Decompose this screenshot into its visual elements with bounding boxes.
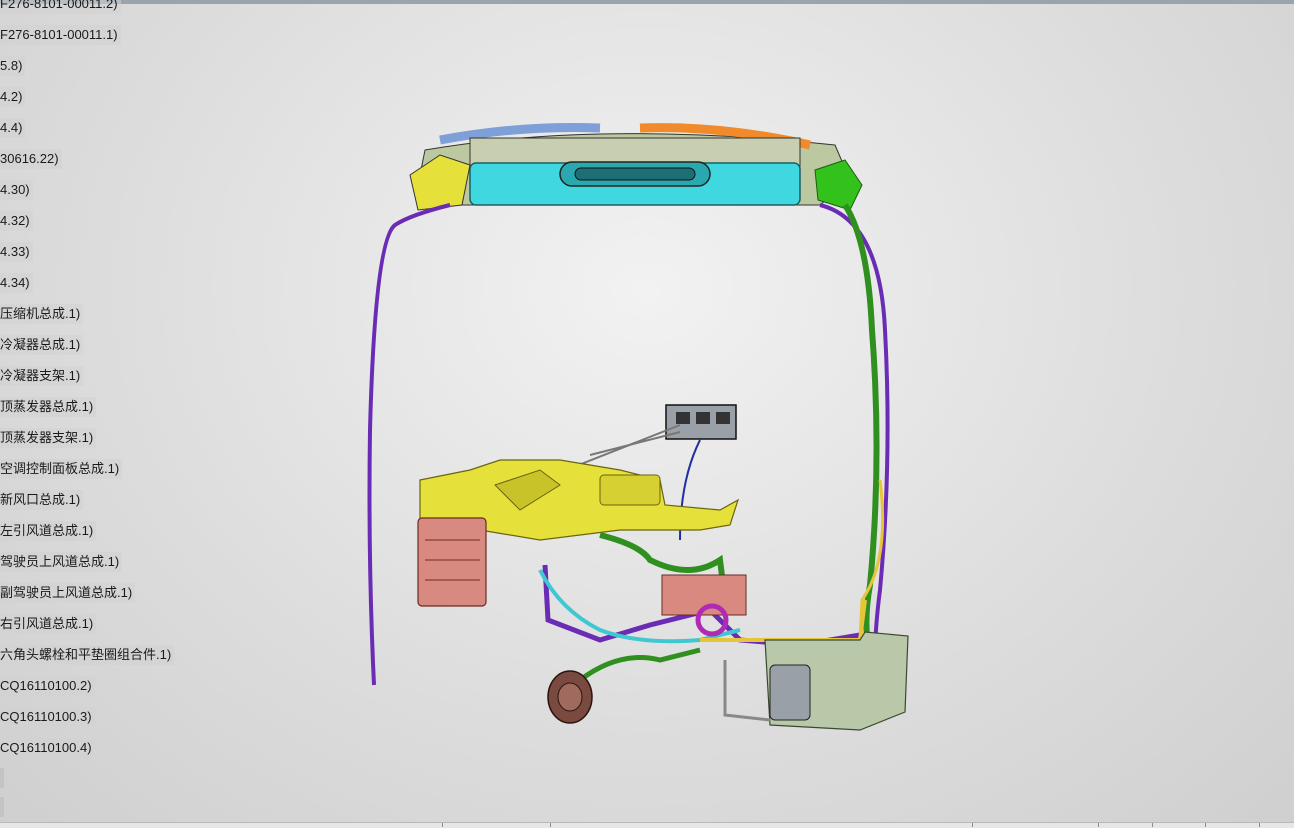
cad-viewport[interactable] — [0, 0, 1294, 827]
heater-core[interactable] — [417, 517, 487, 607]
purple-refrigerant-pipe-left[interactable] — [367, 203, 451, 686]
ruler-tick — [442, 823, 443, 827]
ruler-tick — [550, 823, 551, 827]
status-bar — [0, 822, 1294, 828]
condenser-assembly[interactable] — [723, 631, 909, 731]
compressor[interactable] — [547, 670, 593, 724]
ruler-tick — [1259, 823, 1260, 827]
ruler-tick — [1152, 823, 1153, 827]
ruler-tick — [972, 823, 973, 827]
ruler-tick — [1098, 823, 1099, 827]
top-evaporator-assembly[interactable] — [409, 123, 863, 211]
ruler-tick — [1205, 823, 1206, 827]
